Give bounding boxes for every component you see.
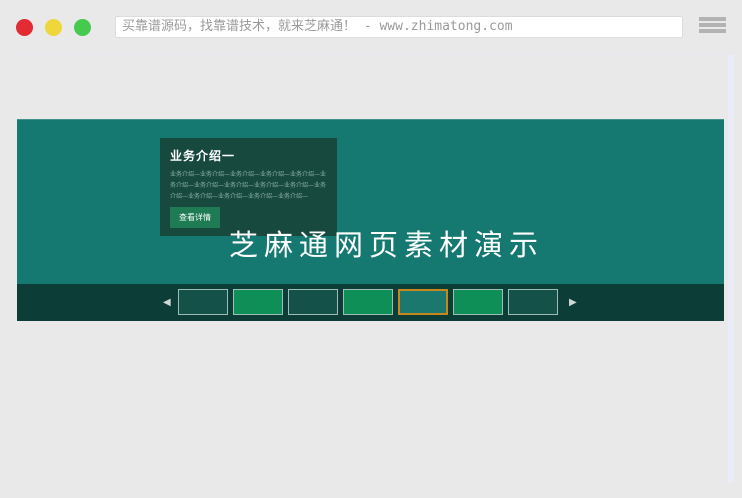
card-body-text: 业务介绍—业务介绍—业务介绍—业务介绍—业务介绍—业务介绍—业务介绍—业务介绍—… bbox=[170, 171, 327, 200]
carousel-thumb-1[interactable] bbox=[178, 289, 228, 315]
scrollbar-track bbox=[728, 55, 734, 482]
maximize-button[interactable] bbox=[74, 19, 91, 36]
carousel-thumb-2[interactable] bbox=[233, 289, 283, 315]
banner-headline: 芝麻通网页素材演示 bbox=[228, 228, 544, 262]
carousel-thumb-6[interactable] bbox=[453, 289, 503, 315]
close-button[interactable] bbox=[16, 19, 33, 36]
hamburger-bar bbox=[699, 29, 726, 33]
address-bar-input[interactable]: 买靠谱源码，找靠谱技术，就来芝麻通！ - www.zhimatong.com bbox=[115, 16, 683, 38]
carousel-thumb-3[interactable] bbox=[288, 289, 338, 315]
minimize-button[interactable] bbox=[45, 19, 62, 36]
carousel-next-icon[interactable]: ▶ bbox=[569, 284, 577, 321]
carousel-thumb-strip: ◀ ▶ bbox=[17, 284, 724, 321]
carousel-prev-icon[interactable]: ◀ bbox=[163, 284, 171, 321]
banner-slider: 业务介绍一 业务介绍—业务介绍—业务介绍—业务介绍—业务介绍—业务介绍—业务介绍… bbox=[17, 119, 724, 321]
hamburger-menu-icon[interactable] bbox=[699, 17, 726, 35]
carousel-thumbs bbox=[178, 289, 558, 315]
carousel-thumb-4[interactable] bbox=[343, 289, 393, 315]
browser-chrome: 买靠谱源码，找靠谱技术，就来芝麻通！ - www.zhimatong.com bbox=[0, 0, 742, 54]
hamburger-bar bbox=[699, 17, 726, 21]
card-title: 业务介绍一 bbox=[170, 149, 236, 163]
hamburger-bar bbox=[699, 23, 726, 27]
carousel-thumb-5[interactable] bbox=[398, 289, 448, 315]
carousel-thumb-7[interactable] bbox=[508, 289, 558, 315]
content-top-border bbox=[12, 54, 730, 55]
